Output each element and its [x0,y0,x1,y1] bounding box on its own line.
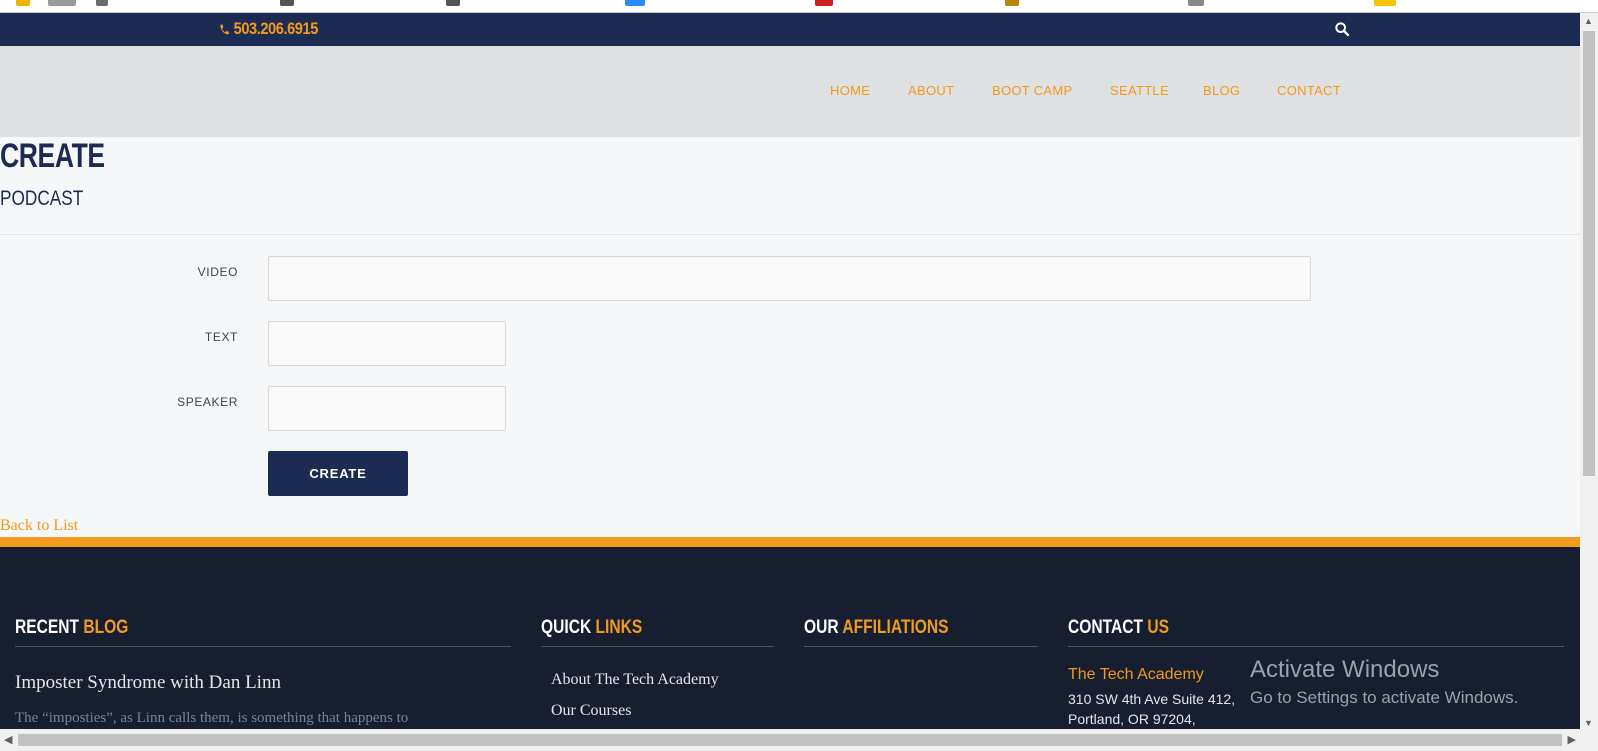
vertical-scroll-thumb[interactable] [1583,31,1595,476]
nav-item-boot-camp[interactable]: BOOT CAMP [992,83,1072,98]
footer-heading-rule [1068,646,1564,647]
footer-heading-text: QUICK [541,617,592,638]
footer-heading-blog: RECENT BLOG [15,617,128,639]
quick-link-courses[interactable]: Our Courses [551,702,631,720]
bookmark-icon[interactable] [280,0,294,6]
top-bar: 503.206.6915 [0,13,1580,46]
recent-blog-post-link[interactable]: Imposter Syndrome with Dan Linn [15,672,281,694]
create-button[interactable]: CREATE [268,451,408,496]
footer-heading-rule [804,646,1038,647]
nav-item-seattle[interactable]: SEATTLE [1110,83,1169,98]
video-label: VIDEO [197,265,238,279]
main-nav: HOME ABOUT BOOT CAMP SEATTLE BLOG CONTAC… [0,46,1580,137]
vertical-scrollbar[interactable]: ▲ ▼ [1580,13,1598,729]
footer-heading-contact: CONTACT US [1068,617,1169,639]
footer: RECENT BLOG QUICK LINKS OUR AFFILIATIONS… [0,547,1580,729]
footer-heading-affiliations: OUR AFFILIATIONS [804,617,949,639]
contact-address-line-1: 310 SW 4th Ave Suite 412, [1068,691,1236,707]
footer-heading-accent: BLOG [83,617,129,638]
phone-number[interactable]: 503.206.6915 [219,19,318,39]
footer-heading-text: RECENT [15,617,80,638]
footer-heading-accent: AFFILIATIONS [842,617,949,638]
nav-item-blog[interactable]: BLOG [1203,83,1240,98]
phone-icon [220,24,229,34]
text-label: TEXT [204,330,238,344]
bookmark-icon[interactable] [48,0,76,6]
footer-heading-text: OUR [804,617,839,638]
page-subtitle: PODCAST [0,187,84,210]
activate-windows-title: Activate Windows [1250,656,1440,683]
horizontal-scroll-thumb[interactable] [18,734,1562,746]
bookmark-icon[interactable] [16,0,30,6]
scrollbar-corner [1580,729,1598,751]
video-input[interactable] [268,256,1311,301]
speaker-input[interactable] [268,386,506,431]
search-button[interactable] [1334,21,1352,39]
speaker-label: SPEAKER [177,395,238,409]
footer-heading-rule [541,646,774,647]
bookmark-icon[interactable] [625,0,645,6]
contact-address-line-2: Portland, OR 97204, [1068,711,1196,727]
page-title: CREATE [0,137,105,175]
footer-heading-accent: US [1147,617,1169,638]
nav-item-contact[interactable]: CONTACT [1277,83,1341,98]
bookmark-icon[interactable] [96,0,108,6]
footer-heading-links: QUICK LINKS [541,617,642,639]
scroll-right-icon[interactable]: ▶ [1568,733,1576,746]
quick-link-about[interactable]: About The Tech Academy [551,671,719,689]
bookmark-icon[interactable] [446,0,460,6]
activate-windows-subtitle: Go to Settings to activate Windows. [1250,688,1519,707]
scroll-up-icon[interactable]: ▲ [1584,16,1593,26]
search-icon [1335,22,1350,37]
scroll-left-icon[interactable]: ◀ [4,733,12,746]
bookmark-icon[interactable] [1374,0,1396,6]
blog-excerpt: The “imposties”, as Linn calls them, is … [15,710,409,726]
bookmarks-bar [0,0,1598,13]
text-input[interactable] [268,321,506,366]
footer-heading-rule [15,646,511,647]
phone-text: 503.206.6915 [233,19,319,38]
horizontal-scrollbar[interactable]: ◀ ▶ [0,729,1580,751]
footer-heading-text: CONTACT [1068,617,1144,638]
bookmark-icon[interactable] [815,0,833,6]
bookmark-icon[interactable] [1188,0,1204,6]
divider [0,234,1580,235]
footer-accent-rule [0,537,1580,547]
main-content: CREATE PODCAST VIDEO TEXT SPEAKER CREATE… [0,137,1580,537]
nav-item-about[interactable]: ABOUT [908,83,954,98]
scroll-down-icon[interactable]: ▼ [1584,718,1593,728]
back-to-list-link[interactable]: Back to List [0,517,78,535]
nav-item-home[interactable]: HOME [830,83,870,98]
contact-organization: The Tech Academy [1068,666,1204,683]
bookmark-icon[interactable] [1005,0,1019,6]
footer-heading-accent: LINKS [595,617,643,638]
